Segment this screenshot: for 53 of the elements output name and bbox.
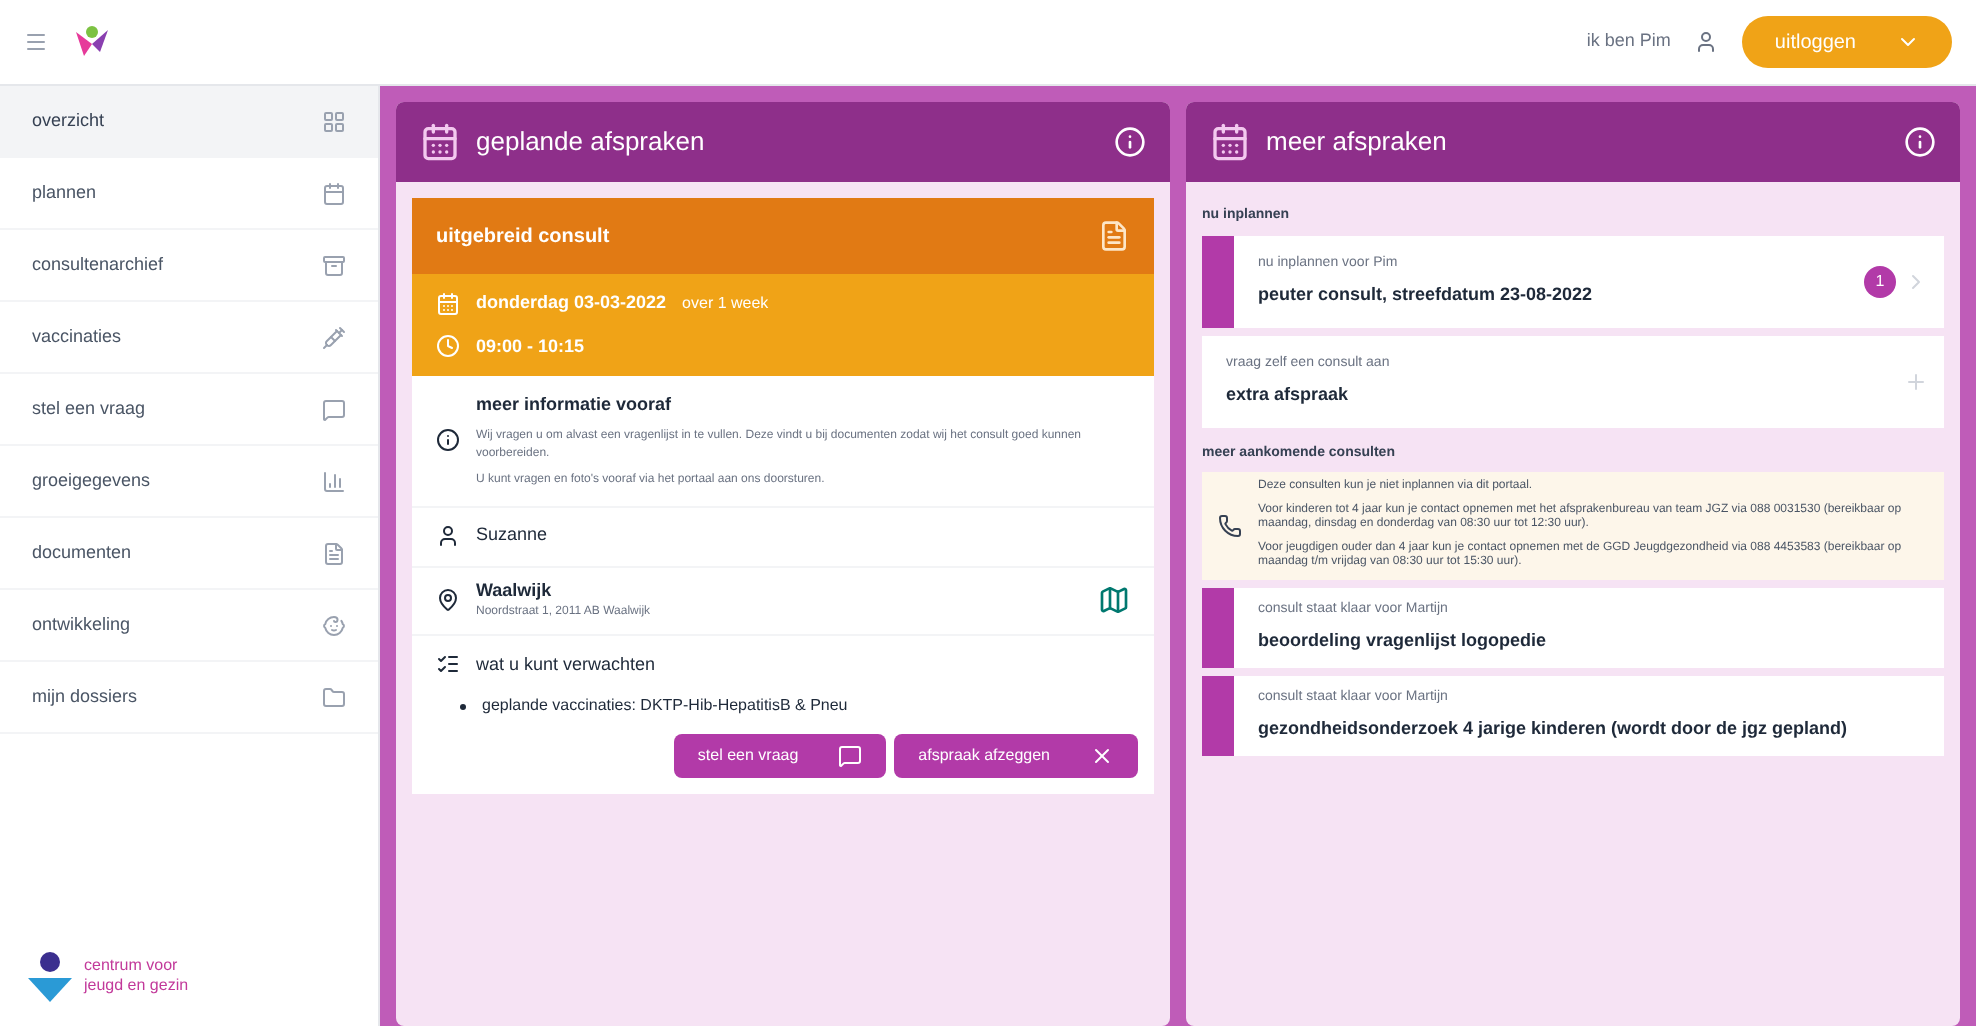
consult-title: beoordeling vragenlijst logopedie — [1258, 628, 1549, 654]
chat-icon — [838, 744, 863, 768]
user-name: ik ben Pim — [1586, 28, 1671, 55]
logo-icon — [24, 950, 76, 1002]
plan-title: extra afspraak — [1226, 382, 1351, 408]
archive-icon — [322, 253, 346, 277]
map-icon[interactable] — [1098, 584, 1130, 616]
accent-bar — [1202, 587, 1234, 667]
count-badge: 1 — [1864, 265, 1896, 297]
phone-icon — [1218, 513, 1242, 538]
location-pin-icon — [436, 588, 460, 612]
plus-icon — [1904, 369, 1928, 393]
panel-title: meer afspraken — [1266, 124, 1447, 161]
logo-text: centrum voor jeugd en gezin — [84, 956, 189, 996]
appointment-time: 09:00 - 10:15 — [476, 333, 585, 359]
expect-title: wat u kunt verwachten — [476, 651, 656, 677]
accent-bar — [1202, 675, 1234, 755]
person-icon — [436, 524, 460, 548]
appointment-type: uitgebreid consult — [436, 223, 610, 251]
action-button[interactable]: afspraak afzeggen — [894, 734, 1138, 778]
panel-title: geplande afspraken — [476, 124, 705, 161]
relative-date: over 1 week — [682, 291, 769, 316]
bullet-icon — [460, 703, 466, 709]
syringe-icon — [322, 325, 346, 349]
menu-icon[interactable] — [24, 30, 48, 54]
info-icon[interactable] — [1114, 126, 1146, 158]
location-name: Waalwijk — [476, 577, 554, 604]
action-button[interactable]: stel een vraag — [673, 734, 887, 778]
list-icon — [436, 652, 460, 677]
bar-chart-icon — [322, 469, 346, 493]
info-icon[interactable] — [1904, 126, 1936, 158]
info-icon — [436, 428, 460, 453]
calendar-icon — [420, 122, 460, 162]
close-icon — [1090, 744, 1114, 768]
clock-icon — [436, 334, 460, 359]
user-icon[interactable] — [1694, 30, 1719, 54]
calendar-icon — [1210, 122, 1250, 162]
chat-icon — [322, 397, 346, 421]
baby-icon — [322, 613, 346, 637]
logo-icon — [72, 24, 112, 60]
sidebar-item[interactable]: overzicht — [0, 86, 378, 158]
consult-title: gezondheidsonderzoek 4 jarige kinderen (wordt door de jgz gepland) — [1258, 716, 1850, 742]
calendar-icon — [436, 291, 460, 316]
appointment-date: donderdag 03-03-2022 — [476, 290, 667, 316]
grid-icon — [322, 109, 346, 133]
accent-bar — [1202, 235, 1234, 327]
expect-item: geplande vaccinaties: DKTP-Hib-HepatitisB & Pneu — [482, 694, 848, 718]
plan-title: peuter consult, streefdatum 23-08-2022 — [1258, 282, 1595, 308]
person-name: Suzanne — [476, 522, 548, 549]
info-title: meer informatie vooraf — [476, 392, 674, 418]
calendar-icon — [322, 181, 346, 205]
document-icon — [322, 541, 346, 565]
folder-icon — [322, 685, 346, 709]
